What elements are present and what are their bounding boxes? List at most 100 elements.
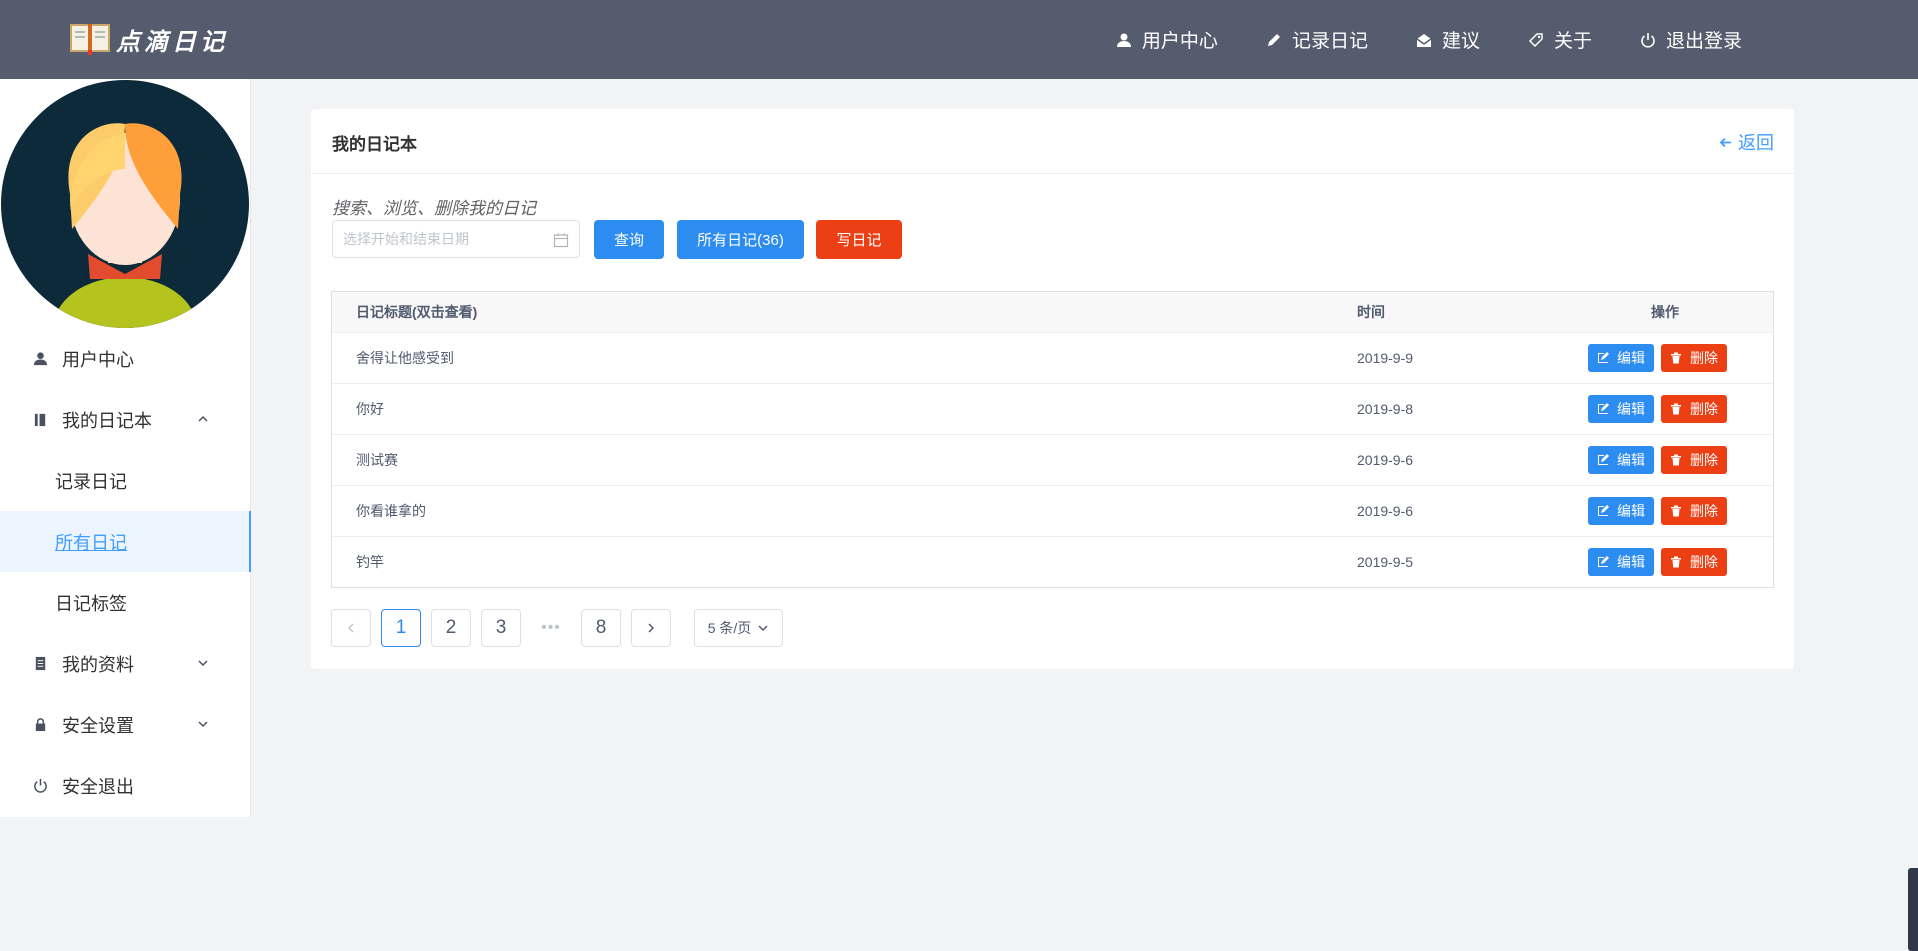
search-hint: 搜索、浏览、删除我的日记 [332, 199, 536, 218]
page-ellipsis[interactable]: ••• [531, 609, 571, 647]
diary-title[interactable]: 钓竿 [356, 552, 384, 572]
diary-card: 我的日记本 返回 搜索、浏览、删除我的日记 选择开始和结束日期 查询 所有日记(… [311, 109, 1794, 669]
page-button[interactable]: 2 [431, 609, 471, 647]
nav-suggestion[interactable]: 建议 [1392, 0, 1504, 79]
sidebar: 用户中心 我的日记本 记录日记 所有日记 日记标签 我的资料 安全设置 安全退出 [0, 79, 251, 817]
date-placeholder: 选择开始和结束日期 [343, 231, 469, 247]
trash-icon [1671, 505, 1681, 517]
sidebar-item-safe-exit[interactable]: 安全退出 [0, 755, 250, 816]
edit-label: 编辑 [1617, 503, 1645, 519]
sidebar-item-label: 所有日记 [55, 532, 127, 553]
page-size-value: 5 条/页 [707, 620, 752, 636]
top-nav: 用户中心 记录日记 建议 关于 退出登录 [1092, 0, 1766, 79]
table-header-row: 日记标题(双击查看) 时间 操作 [332, 292, 1773, 332]
sidebar-item-label: 日记标签 [55, 593, 127, 614]
diary-title[interactable]: 你好 [356, 399, 384, 419]
power-icon [32, 778, 48, 794]
nav-label: 记录日记 [1291, 31, 1368, 52]
page-button[interactable]: 8 [581, 609, 621, 647]
logo[interactable]: 点滴日记 [70, 18, 228, 60]
delete-button[interactable]: 删除 [1661, 446, 1727, 474]
sidebar-item-label: 安全设置 [62, 715, 134, 736]
sidebar-item-label: 我的资料 [62, 654, 134, 675]
trash-icon [1671, 403, 1681, 415]
book-logo-icon [70, 24, 110, 55]
nav-about[interactable]: 关于 [1504, 0, 1616, 79]
delete-label: 删除 [1690, 452, 1718, 468]
diary-title[interactable]: 测试赛 [356, 450, 398, 470]
row-actions: 编辑 删除 [1588, 395, 1727, 423]
nav-label: 用户中心 [1141, 31, 1218, 52]
floating-side-handle[interactable] [1908, 868, 1918, 951]
nav-user-center[interactable]: 用户中心 [1092, 0, 1242, 79]
arrow-left-icon [1719, 137, 1731, 147]
delete-button[interactable]: 删除 [1661, 395, 1727, 423]
delete-label: 删除 [1690, 401, 1718, 417]
sidebar-item-label: 安全退出 [62, 776, 134, 797]
diary-title[interactable]: 舍得让他感受到 [356, 348, 454, 368]
edit-icon [1598, 505, 1609, 516]
chevron-up-icon [198, 415, 208, 422]
table-row[interactable]: 你看谁拿的 2019-9-6 编辑 删除 [332, 485, 1773, 536]
top-bar: 点滴日记 用户中心 记录日记 建议 关于 退出登录 [0, 0, 1918, 79]
delete-button[interactable]: 删除 [1661, 344, 1727, 372]
sidebar-item-security[interactable]: 安全设置 [0, 694, 250, 755]
sidebar-item-label: 用户中心 [62, 349, 134, 370]
table-row[interactable]: 舍得让他感受到 2019-9-9 编辑 删除 [332, 332, 1773, 383]
prev-page-button[interactable] [331, 609, 371, 647]
back-link[interactable]: 返回 [1719, 129, 1774, 155]
diary-time: 2019-9-5 [1357, 554, 1414, 570]
edit-button[interactable]: 编辑 [1588, 446, 1654, 474]
diary-time: 2019-9-6 [1357, 503, 1414, 519]
sidebar-item-user-center[interactable]: 用户中心 [0, 328, 250, 389]
page-button[interactable]: 1 [381, 609, 421, 647]
edit-label: 编辑 [1617, 554, 1645, 570]
next-page-button[interactable] [631, 609, 671, 647]
diary-table: 日记标题(双击查看) 时间 操作 舍得让他感受到 2019-9-9 编辑 删除 … [331, 291, 1774, 588]
edit-icon [1598, 403, 1609, 414]
nav-label: 建议 [1441, 31, 1480, 52]
back-label: 返回 [1738, 133, 1774, 153]
avatar[interactable] [0, 79, 250, 328]
sidebar-menu: 用户中心 我的日记本 记录日记 所有日记 日记标签 我的资料 安全设置 安全退出 [0, 328, 251, 816]
edit-label: 编辑 [1617, 350, 1645, 366]
delete-button[interactable]: 删除 [1661, 548, 1727, 576]
sidebar-item-my-diary[interactable]: 我的日记本 [0, 389, 250, 450]
edit-button[interactable]: 编辑 [1588, 497, 1654, 525]
delete-button[interactable]: 删除 [1661, 497, 1727, 525]
sidebar-item-record-diary[interactable]: 记录日记 [0, 450, 250, 511]
sidebar-item-my-profile[interactable]: 我的资料 [0, 633, 250, 694]
edit-icon [1598, 454, 1609, 465]
sidebar-item-label: 我的日记本 [62, 410, 152, 431]
table-row[interactable]: 测试赛 2019-9-6 编辑 删除 [332, 434, 1773, 485]
table-row[interactable]: 你好 2019-9-8 编辑 删除 [332, 383, 1773, 434]
edit-button[interactable]: 编辑 [1588, 344, 1654, 372]
write-diary-button[interactable]: 写日记 [816, 220, 902, 259]
user-icon [32, 351, 48, 367]
nav-logout[interactable]: 退出登录 [1616, 0, 1766, 79]
trash-icon [1671, 352, 1681, 364]
user-icon [1116, 33, 1131, 47]
book-icon [32, 412, 48, 428]
sidebar-item-all-diary[interactable]: 所有日记 [0, 511, 251, 572]
edit-icon [1598, 352, 1609, 363]
nav-write-diary[interactable]: 记录日记 [1242, 0, 1392, 79]
avatar-illustration [1, 80, 249, 328]
table-row[interactable]: 钓竿 2019-9-5 编辑 删除 [332, 536, 1773, 587]
diary-title[interactable]: 你看谁拿的 [356, 501, 426, 521]
edit-button[interactable]: 编辑 [1588, 548, 1654, 576]
app-name: 点滴日记 [116, 28, 228, 56]
page-size-select[interactable]: 5 条/页 [694, 609, 783, 647]
page-button[interactable]: 3 [481, 609, 521, 647]
calendar-icon [553, 233, 569, 248]
edit-button[interactable]: 编辑 [1588, 395, 1654, 423]
all-diaries-button[interactable]: 所有日记(36) [677, 220, 804, 259]
column-header-title: 日记标题(双击查看) [356, 304, 478, 320]
pencil-icon [1267, 33, 1280, 46]
chevron-down-icon [198, 721, 208, 728]
delete-label: 删除 [1690, 350, 1718, 366]
query-button[interactable]: 查询 [594, 220, 664, 259]
sidebar-item-diary-tags[interactable]: 日记标签 [0, 572, 250, 633]
delete-label: 删除 [1690, 554, 1718, 570]
date-range-input[interactable]: 选择开始和结束日期 [332, 220, 580, 258]
